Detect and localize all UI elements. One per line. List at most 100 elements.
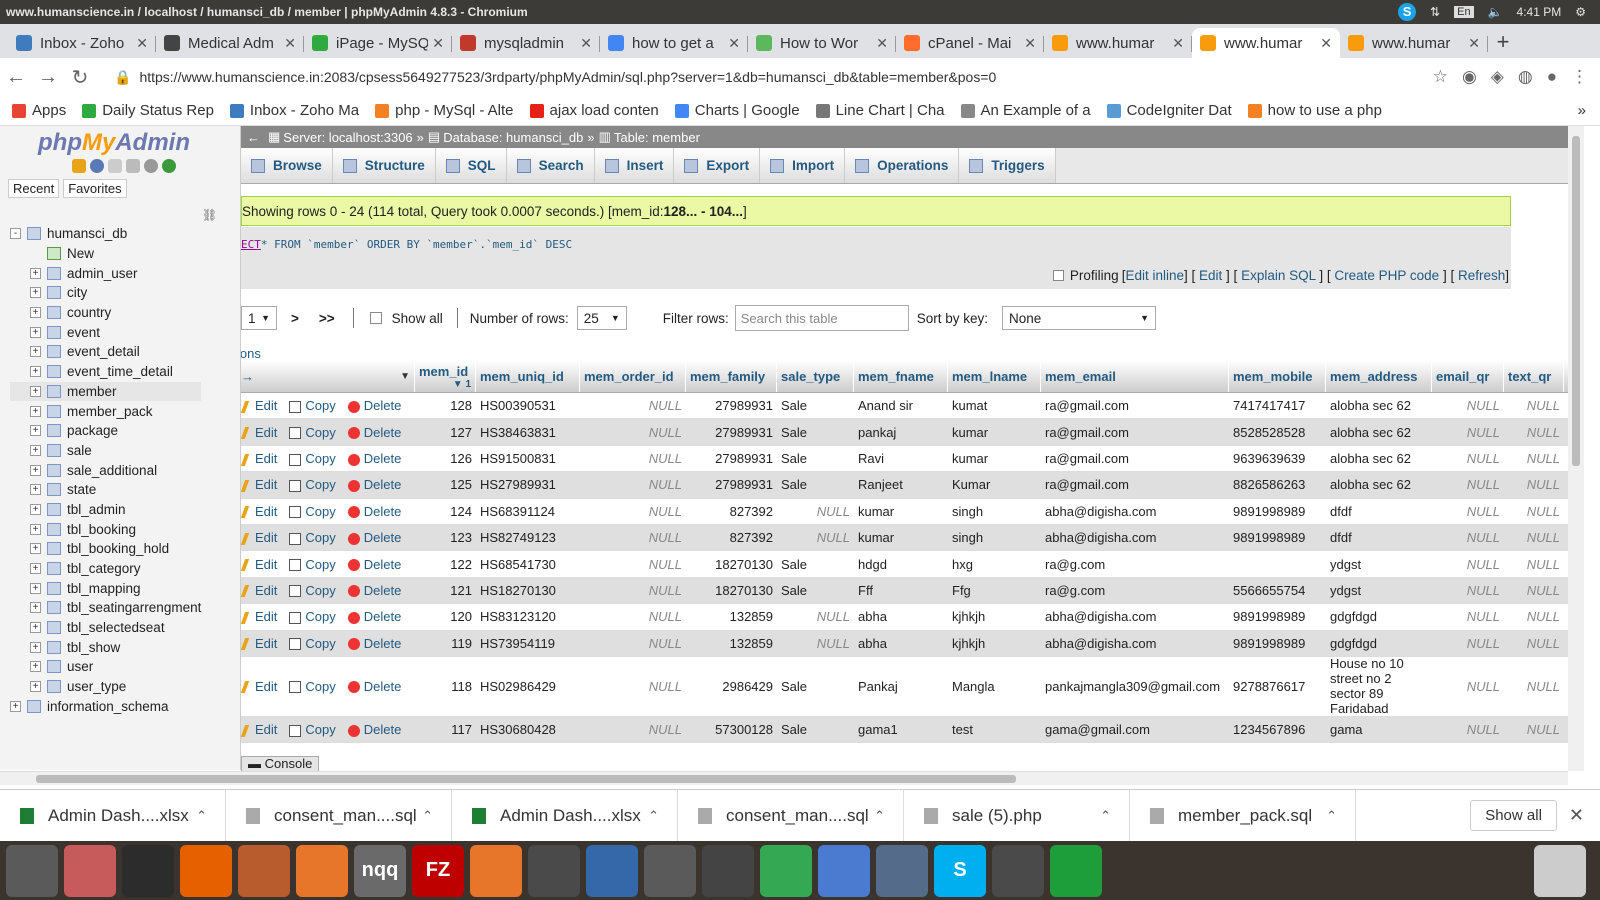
edit-row-button[interactable]: Edit	[241, 477, 287, 492]
cell-mem_order_id[interactable]: NULL	[580, 472, 686, 497]
cell-mem_fname[interactable]: hdgd	[854, 551, 948, 576]
spreadsheet-icon[interactable]	[1050, 844, 1102, 897]
camera-icon[interactable]: ◉	[1462, 67, 1477, 87]
bookmark-item[interactable]: CodeIgniter Dat	[1106, 102, 1232, 119]
cell-mem_mobile[interactable]: 1234567896	[1229, 717, 1326, 742]
expand-icon[interactable]: +	[30, 405, 41, 417]
cell-mem_address[interactable]: gama	[1326, 717, 1432, 742]
column-header-mem_fname[interactable]: mem_fname	[854, 361, 948, 392]
column-header-mem_id[interactable]: mem_id ▼ 1	[415, 361, 476, 392]
cell-mem_address[interactable]: gdgfdgd	[1326, 604, 1432, 629]
bookmark-item[interactable]: Inbox - Zoho Ma	[229, 102, 359, 119]
tab-export[interactable]: Export	[674, 148, 761, 183]
show-all-checkbox[interactable]	[369, 312, 382, 324]
chrome-icon[interactable]	[760, 844, 812, 897]
cell-sale_type[interactable]: NULL	[777, 525, 854, 550]
cell-mem_lname[interactable]: kumat	[948, 393, 1041, 418]
cell-mem_fname[interactable]: abha	[854, 604, 948, 629]
tree-table-state[interactable]: + state	[10, 480, 201, 500]
expand-icon[interactable]: +	[30, 681, 41, 693]
cell-text_qr[interactable]: NULL	[1504, 499, 1564, 524]
cell-text_qr[interactable]: NULL	[1504, 551, 1564, 576]
expand-icon[interactable]: +	[30, 602, 41, 614]
url-field[interactable]: 🔒 https://www.humanscience.in:2083/cpses…	[114, 69, 1433, 86]
delete-row-button[interactable]: Delete	[346, 609, 401, 624]
cell-mem_family[interactable]: 27989931	[686, 393, 777, 418]
ubuntu-icon[interactable]	[6, 844, 58, 897]
sublime-icon[interactable]	[992, 844, 1044, 897]
cell-mem_id[interactable]: 124	[415, 499, 476, 524]
cell-mem_address[interactable]: gdgfdgd	[1326, 631, 1432, 656]
cell-email_qr[interactable]: NULL	[1432, 657, 1504, 716]
back-arrow-icon[interactable]: ←	[0, 66, 32, 89]
tab-import[interactable]: Import	[760, 148, 846, 183]
cell-email_qr[interactable]: NULL	[1432, 499, 1504, 524]
cell-text_qr[interactable]: NULL	[1504, 657, 1564, 716]
expand-icon[interactable]: +	[30, 523, 41, 535]
close-tab-icon[interactable]: ✕	[876, 35, 888, 52]
sort-menu-icon[interactable]: ▼	[400, 371, 410, 382]
edit-row-button[interactable]: Edit	[241, 398, 287, 413]
bookmark-item[interactable]: An Example of a	[960, 102, 1091, 119]
sort-by-key-select[interactable]: None ▼	[1002, 306, 1157, 330]
cell-mem_email[interactable]: gama@gmail.com	[1041, 717, 1229, 742]
delete-row-button[interactable]: Delete	[346, 530, 401, 545]
delete-row-button[interactable]: Delete	[346, 504, 401, 519]
cell-mem_lname[interactable]: Kumar	[948, 472, 1041, 497]
download-item[interactable]: Admin Dash....xlsx ⌃	[452, 789, 678, 842]
cell-sale_type[interactable]: Sale	[777, 551, 854, 576]
pen-icon[interactable]	[470, 844, 522, 897]
cell-mem_id[interactable]: 121	[415, 578, 476, 603]
cell-mem_family[interactable]: 27989931	[686, 419, 777, 444]
inkscape-icon[interactable]	[702, 844, 754, 897]
download-item[interactable]: consent_man....sql ⌃	[226, 789, 452, 842]
docs-icon[interactable]	[108, 159, 122, 173]
breadcrumb-table[interactable]: Table: member	[614, 130, 700, 145]
tree-table-event[interactable]: + event	[10, 322, 201, 342]
close-tab-icon[interactable]: ✕	[1172, 35, 1184, 52]
tree-table-package[interactable]: + package	[10, 421, 201, 441]
cell-mem_order_id[interactable]: NULL	[580, 393, 686, 418]
cell-mem_family[interactable]: 2986429	[686, 657, 777, 716]
browser-tab[interactable]: Inbox - Zoho ✕	[8, 28, 156, 58]
vertical-scrollbar[interactable]	[1568, 126, 1584, 771]
phpmyadmin-logo[interactable]: phpMyAdmin	[38, 129, 240, 157]
copy-row-button[interactable]: Copy	[287, 583, 345, 598]
cell-mem_lname[interactable]: singh	[948, 525, 1041, 550]
globe-icon[interactable]: ◍	[1518, 67, 1533, 87]
edit-row-button[interactable]: Edit	[241, 679, 287, 694]
browser-tab[interactable]: how to get a ✕	[600, 28, 748, 58]
cell-mem_uniq_id[interactable]: HS30680428	[476, 717, 580, 742]
tree-table-user_type[interactable]: + user_type	[10, 677, 201, 697]
tree-db-humansci[interactable]: - humansci_db	[10, 224, 201, 244]
expand-icon[interactable]: +	[30, 366, 41, 378]
edit-row-button[interactable]: Edit	[241, 530, 287, 545]
expand-icon[interactable]: +	[30, 622, 41, 634]
cell-mem_uniq_id[interactable]: HS18270130	[476, 578, 580, 603]
cell-mem_family[interactable]: 57300128	[686, 717, 777, 742]
clock[interactable]: 4:41 PM	[1517, 5, 1562, 19]
cell-mem_mobile[interactable]: 9891998989	[1229, 499, 1326, 524]
column-header-mem_email[interactable]: mem_email	[1041, 361, 1229, 392]
cell-sale_type[interactable]: NULL	[777, 631, 854, 656]
tree-table-sale[interactable]: + sale	[10, 441, 201, 461]
tree-table-event_time_detail[interactable]: + event_time_detail	[10, 362, 201, 382]
filter-rows-input[interactable]: Search this table	[734, 305, 909, 331]
cell-text_qr[interactable]: NULL	[1504, 393, 1564, 418]
menu-dots-icon[interactable]: ⋮	[1571, 67, 1588, 87]
cell-text_qr[interactable]: NULL	[1504, 525, 1564, 550]
explain-sql-link[interactable]: Explain SQL	[1241, 268, 1316, 283]
cell-mem_email[interactable]: abha@digisha.com	[1041, 604, 1229, 629]
cell-mem_email[interactable]: pankajmangla309@gmail.com	[1041, 657, 1229, 716]
power-gear-icon[interactable]: ⚙	[1575, 5, 1586, 19]
expand-icon[interactable]: +	[30, 425, 41, 437]
cell-mem_id[interactable]: 125	[415, 472, 476, 497]
new-tab-button[interactable]: +	[1488, 28, 1518, 58]
cell-mem_address[interactable]: House no 10 street no 2 sector 89 Farida…	[1326, 657, 1432, 716]
tree-table-user[interactable]: + user	[10, 657, 201, 677]
delete-row-button[interactable]: Delete	[346, 398, 401, 413]
cell-sale_type[interactable]: Sale	[777, 419, 854, 444]
bookmark-item[interactable]: php - MySql - Alte	[375, 102, 514, 119]
cell-mem_id[interactable]: 118	[415, 657, 476, 716]
cell-mem_order_id[interactable]: NULL	[580, 717, 686, 742]
